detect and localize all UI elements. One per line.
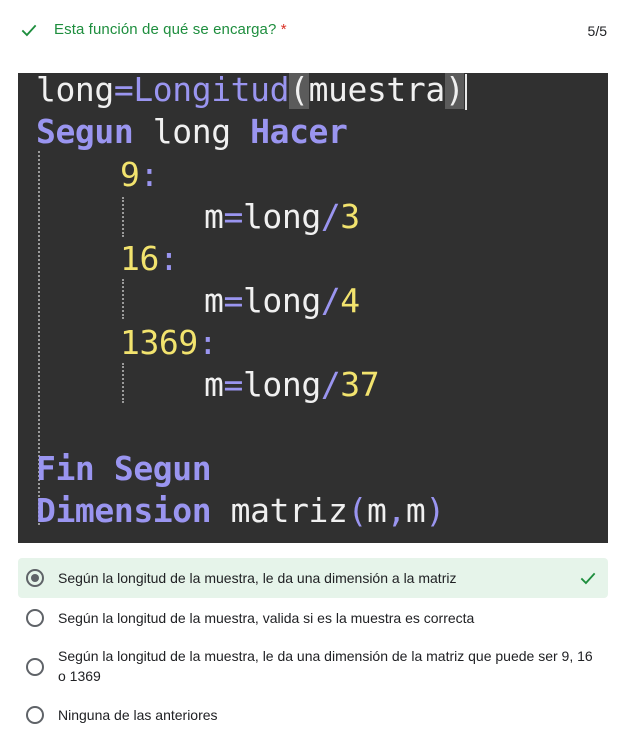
option-2[interactable]: Según la longitud de la muestra, valida … xyxy=(18,601,608,637)
code-token: , xyxy=(386,491,406,530)
code-line-stmt1: m=long/3 xyxy=(204,197,360,237)
code-token: / xyxy=(320,281,341,320)
code-token: long xyxy=(36,73,114,109)
question-text: Esta función de qué se encarga? xyxy=(54,21,277,38)
check-icon xyxy=(580,572,596,585)
code-token: = xyxy=(223,365,243,404)
indent-guide-case3 xyxy=(122,363,124,403)
code-keyword: Segun xyxy=(36,112,134,151)
code-token: m xyxy=(204,365,224,404)
code-token: ( xyxy=(289,73,309,109)
code-token: m xyxy=(204,281,224,320)
code-number: 3 xyxy=(340,197,360,236)
check-icon xyxy=(21,24,37,37)
code-line-case2: 16: xyxy=(120,239,179,279)
question-title: Esta función de qué se encarga? * xyxy=(54,21,287,38)
code-token: long xyxy=(242,365,321,404)
code-keyword: Fin xyxy=(36,449,95,488)
code-number: 1369 xyxy=(120,323,198,362)
code-token: matriz xyxy=(211,491,348,530)
code-token: ) xyxy=(425,491,445,530)
code-token: / xyxy=(320,197,341,236)
code-line-dimension: Dimension matriz(m,m) xyxy=(36,491,445,531)
code-image: long=Longitud(muestra) Segun long Hacer … xyxy=(18,73,608,543)
code-line-assign: long=Longitud(muestra) xyxy=(36,73,468,110)
text-cursor xyxy=(465,73,468,110)
code-token: long xyxy=(242,281,321,320)
code-token: m xyxy=(366,491,387,530)
code-number: 37 xyxy=(340,365,380,404)
code-line-segun: Segun long Hacer xyxy=(36,112,348,152)
code-token: = xyxy=(223,281,243,320)
code-keyword: Segun xyxy=(113,449,212,488)
code-token: long xyxy=(242,197,321,236)
option-4[interactable]: Ninguna de las anteriores xyxy=(18,700,608,736)
code-token: muestra xyxy=(308,73,446,109)
indent-guide-case1 xyxy=(122,197,124,237)
code-line-stmt3: m=long/37 xyxy=(204,365,380,405)
code-token: : xyxy=(139,155,159,194)
code-token: long xyxy=(133,112,251,151)
code-line-fin-segun: Fin Segun xyxy=(36,449,212,489)
code-line-case3: 1369: xyxy=(120,323,218,363)
radio-icon[interactable] xyxy=(26,706,44,724)
option-label: Según la longitud de la muestra, valida … xyxy=(58,610,475,626)
radio-icon[interactable] xyxy=(26,658,44,676)
code-token: ) xyxy=(444,73,465,109)
question-score: 5/5 xyxy=(587,23,607,39)
indent-guide-case2 xyxy=(122,279,124,319)
code-line-stmt2: m=long/4 xyxy=(204,281,360,321)
code-keyword: Dimension xyxy=(36,491,212,530)
code-token: m xyxy=(204,197,224,236)
code-token: : xyxy=(158,239,179,278)
option-label: Según la longitud de la muestra, le da u… xyxy=(58,648,593,684)
required-mark: * xyxy=(280,21,287,38)
code-line-case1: 9: xyxy=(120,155,159,195)
radio-icon[interactable] xyxy=(26,609,44,627)
code-token: = xyxy=(113,73,134,109)
code-keyword: Hacer xyxy=(250,112,348,151)
question-header: Esta función de qué se encarga? * 5/5 xyxy=(0,0,624,62)
code-number: 16 xyxy=(120,239,159,278)
option-label: Ninguna de las anteriores xyxy=(58,707,218,723)
code-number: 4 xyxy=(340,281,360,320)
code-function: Longitud xyxy=(133,73,290,109)
code-token: = xyxy=(223,197,243,236)
code-token: / xyxy=(320,365,341,404)
option-3[interactable]: Según la longitud de la muestra, le da u… xyxy=(18,644,608,692)
radio-selected-icon[interactable] xyxy=(26,569,44,587)
code-token: m xyxy=(405,491,426,530)
code-token: ( xyxy=(347,491,368,530)
code-token: : xyxy=(197,323,218,362)
option-1[interactable]: Según la longitud de la muestra, le da u… xyxy=(18,558,608,598)
option-label: Según la longitud de la muestra, le da u… xyxy=(58,570,457,586)
code-number: 9 xyxy=(120,155,140,194)
